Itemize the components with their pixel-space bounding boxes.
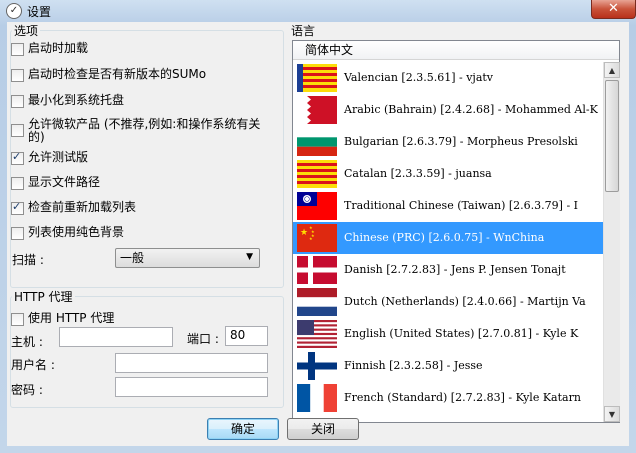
checkbox[interactable] xyxy=(11,95,24,108)
language-header-text: 简体中文 xyxy=(305,43,354,57)
svg-text:★: ★ xyxy=(300,228,308,238)
proxy-legend: HTTP 代理 xyxy=(12,288,75,305)
checkbox[interactable] xyxy=(11,69,24,82)
checkbox-label: 启动时检查是否有新版本的SUMo xyxy=(28,67,207,81)
option-solid-background[interactable]: 列表使用纯色背景 xyxy=(11,225,124,241)
scroll-thumb[interactable] xyxy=(605,80,619,192)
checkbox[interactable] xyxy=(11,227,24,240)
scan-mode-dropdown[interactable]: 一般 ▼ xyxy=(115,248,260,268)
usa-flag-icon xyxy=(297,320,337,348)
china-flag-icon: ★ ★★ ★★ xyxy=(297,224,337,252)
bahrain-flag-icon xyxy=(297,96,337,124)
language-item[interactable]: Danish [2.7.2.83] - Jens P. Jensen Tonaj… xyxy=(293,254,603,286)
close-window-button[interactable]: ✕ xyxy=(591,0,636,19)
language-item-label: Dutch (Netherlands) [2.4.0.66] - Martijn… xyxy=(344,295,586,308)
checkbox[interactable] xyxy=(11,177,24,190)
language-item[interactable]: Bulgarian [2.6.3.79] - Morpheus Presolsk… xyxy=(293,126,603,158)
language-item[interactable]: Valencian [2.3.5.61] - vjatv xyxy=(293,62,603,94)
chevron-down-icon: ▼ xyxy=(246,252,253,262)
option-allow-beta[interactable]: 允许测试版 xyxy=(11,150,88,166)
checkbox-label: 列表使用纯色背景 xyxy=(28,225,125,239)
option-show-file-path[interactable]: 显示文件路径 xyxy=(11,175,100,191)
denmark-flag-icon xyxy=(297,256,337,284)
language-item-selected[interactable]: ★ ★ ★ ★ ★ Chinese (PRC) [2.6.0.75] - WnChi… xyxy=(293,222,603,254)
port-label: 端口 : xyxy=(187,332,219,346)
language-scrollbar[interactable]: ▲ ▼ xyxy=(603,62,620,422)
window-title: 设置 xyxy=(27,5,52,19)
checkbox[interactable] xyxy=(11,43,24,56)
language-list: 简体中文 Valencian [2.3.5.61] - vjatv Arabic… xyxy=(292,40,620,423)
language-item-label: Valencian [2.3.5.61] - vjatv xyxy=(344,71,494,84)
netherlands-flag-icon xyxy=(297,288,337,316)
option-minimize-to-tray[interactable]: 最小化到系统托盘 xyxy=(11,93,124,109)
checkbox-label: 允许微软产品 (不推荐,例如:和操作系统有关的) xyxy=(28,117,261,144)
app-icon: ✓ xyxy=(6,3,22,19)
checkbox[interactable] xyxy=(11,313,24,326)
language-item-label: Arabic (Bahrain) [2.4.2.68] - Mohammed A… xyxy=(344,103,598,116)
language-item[interactable]: French (Standard) [2.7.2.83] - Kyle Kata… xyxy=(293,382,603,414)
france-flag-icon xyxy=(297,384,337,412)
svg-text:★: ★ xyxy=(309,236,313,241)
port-input[interactable]: 80 xyxy=(225,326,268,346)
language-item-label: Chinese (PRC) [2.6.0.75] - WnChina xyxy=(344,231,545,244)
language-item-label: Traditional Chinese (Taiwan) [2.6.3.79] … xyxy=(344,199,579,212)
language-item-label: Finnish [2.3.2.58] - Jesse xyxy=(344,359,483,372)
valencian-flag-icon xyxy=(297,64,337,92)
language-item-label: Bulgarian [2.6.3.79] - Morpheus Presolsk… xyxy=(344,135,578,148)
options-legend: 选项 xyxy=(12,22,41,39)
checkbox[interactable] xyxy=(11,200,24,215)
checkbox-label: 启动时加载 xyxy=(28,41,89,55)
language-item[interactable]: English (United States) [2.7.0.81] - Kyl… xyxy=(293,318,603,350)
bulgaria-flag-icon xyxy=(297,128,337,156)
close-button[interactable]: 关闭 xyxy=(287,418,359,440)
language-item[interactable]: Catalan [2.3.3.59] - juansa xyxy=(293,158,603,190)
password-label: 密码 : xyxy=(11,383,43,397)
option-use-proxy[interactable]: 使用 HTTP 代理 xyxy=(11,311,114,327)
scan-label: 扫描 : xyxy=(12,253,44,267)
scan-mode-value: 一般 xyxy=(120,251,145,265)
scroll-up-icon[interactable]: ▲ xyxy=(604,62,620,78)
option-allow-microsoft[interactable]: 允许微软产品 (不推荐,例如:和操作系统有关的) xyxy=(11,118,273,148)
language-legend: 语言 xyxy=(289,22,318,39)
language-item[interactable]: Finnish [2.3.2.58] - Jesse xyxy=(293,350,603,382)
checkbox[interactable] xyxy=(11,150,24,165)
checkbox-label: 显示文件路径 xyxy=(28,175,101,189)
username-input[interactable] xyxy=(115,353,268,373)
language-items: Valencian [2.3.5.61] - vjatv Arabic (Bah… xyxy=(293,62,603,422)
title-bar[interactable]: ✓ 设置 ✕ xyxy=(0,0,636,22)
password-input[interactable] xyxy=(115,377,268,397)
option-load-at-startup[interactable]: 启动时加载 xyxy=(11,41,88,57)
taiwan-flag-icon xyxy=(297,192,337,220)
language-item-label: Danish [2.7.2.83] - Jens P. Jensen Tonaj… xyxy=(344,263,566,276)
host-label: 主机 : xyxy=(11,335,43,349)
ok-button[interactable]: 确定 xyxy=(207,418,279,440)
settings-window: ✓ 设置 ✕ 选项 启动时加载 启动时检查是否有新版本的SUMo 最小化到系统托… xyxy=(0,0,636,453)
option-check-updates[interactable]: 启动时检查是否有新版本的SUMo xyxy=(11,67,206,83)
language-item[interactable]: Traditional Chinese (Taiwan) [2.6.3.79] … xyxy=(293,190,603,222)
username-label: 用户名 : xyxy=(11,358,55,372)
option-reload-list[interactable]: 检查前重新加载列表 xyxy=(11,200,136,216)
language-item-label: French (Standard) [2.7.2.83] - Kyle Kata… xyxy=(344,391,581,404)
checkbox-label: 检查前重新加载列表 xyxy=(28,200,137,214)
checkbox[interactable] xyxy=(11,124,24,137)
language-item-label: English (United States) [2.7.0.81] - Kyl… xyxy=(344,327,579,340)
checkbox-label: 允许测试版 xyxy=(28,150,89,164)
language-item-label: Catalan [2.3.3.59] - juansa xyxy=(344,167,492,180)
scroll-down-icon[interactable]: ▼ xyxy=(604,406,620,422)
language-item[interactable]: Arabic (Bahrain) [2.4.2.68] - Mohammed A… xyxy=(293,94,603,126)
finland-flag-icon xyxy=(297,352,337,380)
checkbox-label: 最小化到系统托盘 xyxy=(28,93,125,107)
checkbox-label: 使用 HTTP 代理 xyxy=(28,311,115,325)
catalonia-flag-icon xyxy=(297,160,337,188)
close-icon: ✕ xyxy=(608,1,619,16)
language-item[interactable]: Dutch (Netherlands) [2.4.0.66] - Martijn… xyxy=(293,286,603,318)
dialog-body: 选项 启动时加载 启动时检查是否有新版本的SUMo 最小化到系统托盘 允许微软产… xyxy=(7,22,629,446)
language-list-header[interactable]: 简体中文 xyxy=(293,41,619,60)
host-input[interactable] xyxy=(59,327,173,347)
